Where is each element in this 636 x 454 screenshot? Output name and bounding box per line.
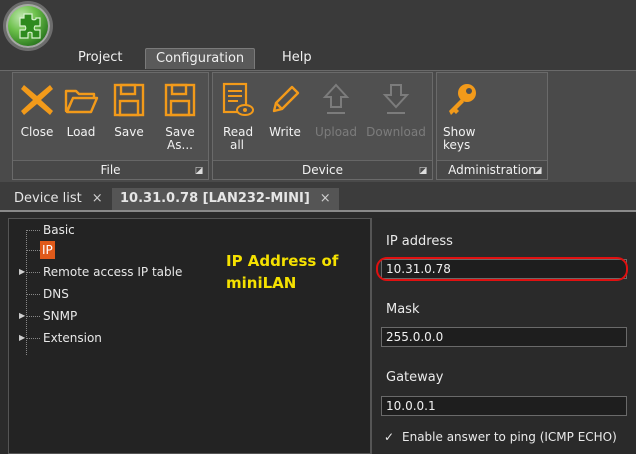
- ping-answer-checkbox[interactable]: ✓ Enable answer to ping (ICMP ECHO): [384, 430, 617, 444]
- gateway-label: Gateway: [386, 370, 444, 385]
- download-button[interactable]: Download: [363, 81, 429, 139]
- ip-address-highlight: [376, 257, 628, 281]
- annotation-text: IP Address of miniLAN: [226, 252, 339, 292]
- expand-arrow-icon[interactable]: ▶: [19, 263, 25, 281]
- read-all-icon: [222, 82, 254, 116]
- tree-guide-line: [26, 294, 40, 295]
- tree-guide-line: [26, 316, 40, 317]
- close-icon: [21, 85, 53, 115]
- tree-guide-line: [26, 230, 27, 355]
- dialog-launcher-icon[interactable]: ◪: [533, 166, 543, 176]
- menu-tab-help[interactable]: Help: [272, 48, 322, 68]
- save-as-button[interactable]: Save As...: [157, 81, 203, 152]
- mask-field[interactable]: 255.0.0.0: [381, 327, 627, 347]
- tree-guide-line: [26, 272, 40, 273]
- key-icon: [449, 84, 476, 115]
- folder-open-icon: [64, 89, 99, 114]
- tree-guide-line: [26, 230, 40, 231]
- expand-arrow-icon[interactable]: ▶: [19, 329, 25, 347]
- save-as-icon: [164, 83, 196, 117]
- gateway-field[interactable]: 10.0.0.1: [381, 396, 627, 416]
- ribbon-group-file: Close Load Save Save As... File ◪: [12, 72, 209, 180]
- ribbon-group-device: Read all Write Upload Download Device ◪: [212, 72, 433, 180]
- dialog-launcher-icon[interactable]: ◪: [194, 166, 204, 176]
- menu-tab-project[interactable]: Project: [68, 48, 132, 68]
- tab-device-list[interactable]: Device list ×: [14, 188, 103, 210]
- write-button[interactable]: Write: [265, 81, 305, 139]
- close-button[interactable]: Close: [17, 81, 57, 139]
- upload-icon: [322, 83, 350, 114]
- upload-button[interactable]: Upload: [311, 81, 361, 139]
- tree-guide-line: [26, 250, 40, 251]
- read-all-button[interactable]: Read all: [217, 81, 257, 152]
- save-icon: [113, 83, 145, 117]
- tab-device-10-31-0-78[interactable]: 10.31.0.78 [LAN232-MINI] ×: [112, 188, 339, 210]
- mask-label: Mask: [386, 302, 420, 317]
- save-button[interactable]: Save: [109, 81, 149, 139]
- expand-arrow-icon[interactable]: ▶: [19, 307, 25, 325]
- tree-guide-line: [26, 338, 40, 339]
- load-button[interactable]: Load: [61, 81, 101, 139]
- ribbon-group-administration: Show keys Administration ◪: [436, 72, 548, 180]
- ribbon-group-label: Administration ◪: [437, 160, 547, 179]
- ribbon-group-label: Device ◪: [213, 160, 432, 179]
- pencil-icon: [272, 85, 300, 113]
- ribbon-group-label: File ◪: [13, 160, 208, 179]
- ip-address-label: IP address: [386, 234, 453, 249]
- app-logo-icon[interactable]: [6, 4, 50, 48]
- close-tab-icon[interactable]: ×: [92, 191, 103, 206]
- close-tab-icon[interactable]: ×: [320, 191, 331, 206]
- menu-tab-configuration[interactable]: Configuration: [145, 48, 256, 69]
- download-icon: [382, 84, 410, 114]
- show-keys-button[interactable]: Show keys: [443, 81, 483, 152]
- dialog-launcher-icon[interactable]: ◪: [418, 166, 428, 176]
- checkmark-icon: ✓: [384, 430, 395, 444]
